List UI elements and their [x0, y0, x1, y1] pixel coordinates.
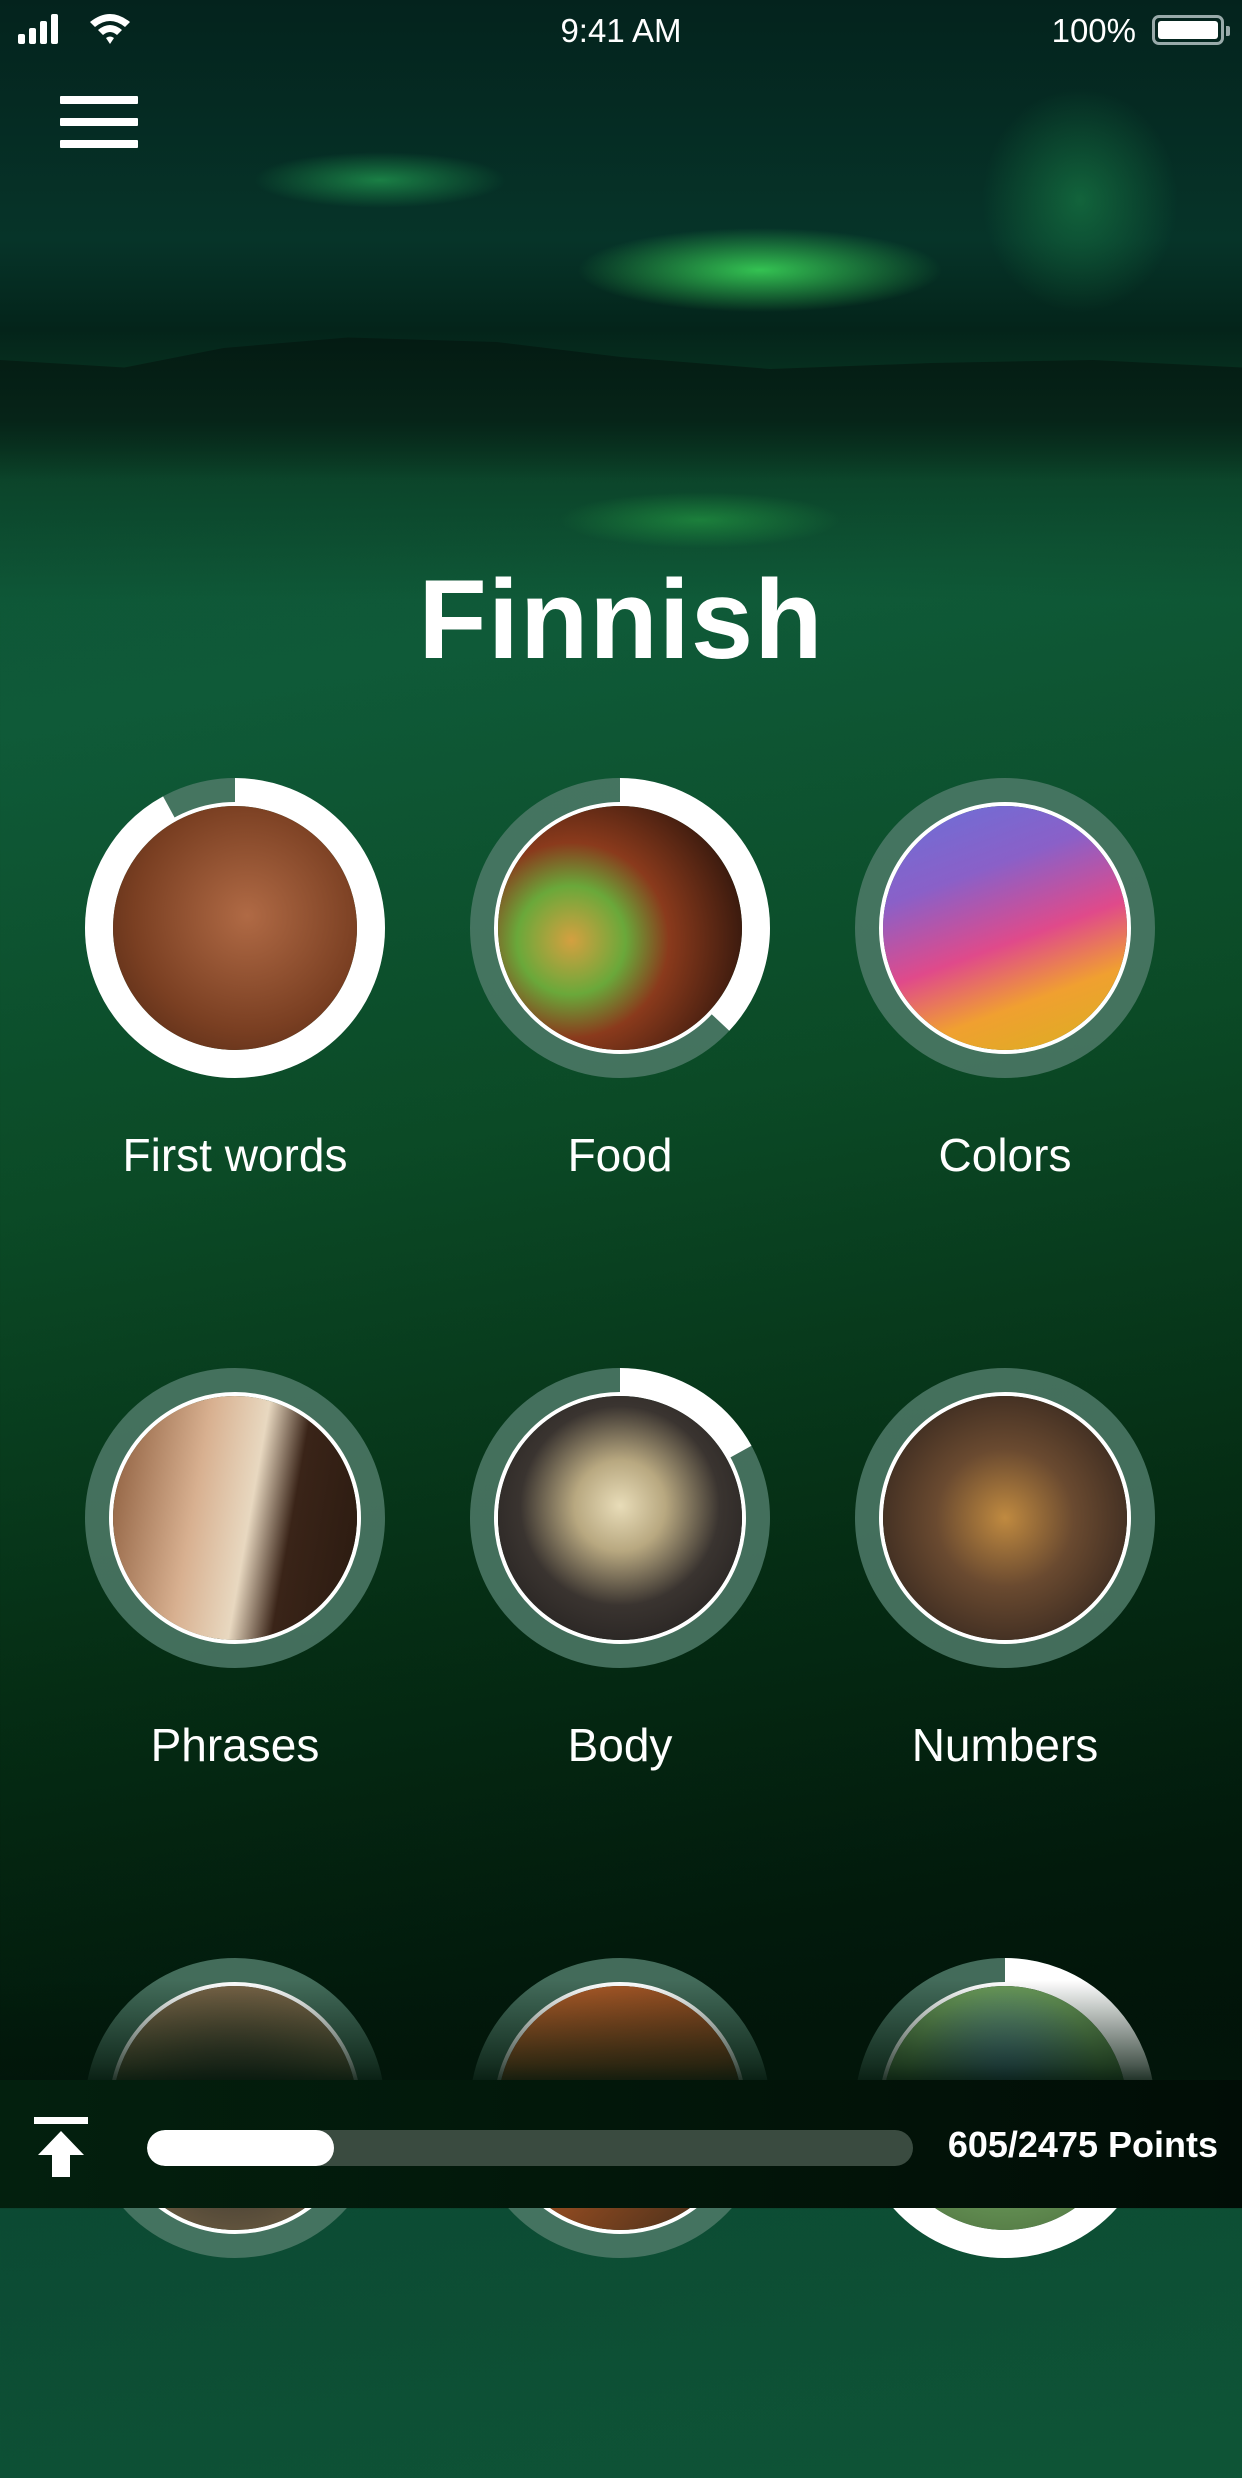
aurora-background	[0, 0, 1242, 600]
category-progress-ring	[855, 778, 1155, 1078]
smiling-child-photo	[109, 802, 361, 1054]
category-progress-ring	[85, 778, 385, 1078]
burger-and-soda-photo	[494, 802, 746, 1054]
category-label: Colors	[938, 1129, 1072, 1181]
page-title: Finnish	[418, 557, 824, 682]
category-label: Numbers	[911, 1719, 1099, 1771]
category-tile[interactable]: Body	[428, 1368, 812, 1888]
category-tile[interactable]: Colors	[813, 778, 1197, 1298]
category-progress-ring	[855, 1368, 1155, 1668]
category-tile[interactable]: Numbers	[813, 1368, 1197, 1888]
scroll-to-top-icon[interactable]	[32, 2117, 90, 2177]
points-label: 605/2475 Points	[947, 2124, 1218, 2165]
color-powder-photo	[879, 802, 1131, 1054]
skeleton-photo	[494, 1392, 746, 1644]
status-bar: 9:41 AM 100%	[0, 0, 1242, 60]
battery-icon	[1152, 15, 1230, 45]
category-tile[interactable]: Food	[428, 778, 812, 1298]
points-progress-bar	[147, 2130, 913, 2166]
smiling-woman-photo	[109, 1392, 361, 1644]
category-progress-ring	[85, 1368, 385, 1668]
category-label: Phrases	[150, 1719, 320, 1771]
wooden-numbers-photo	[879, 1392, 1131, 1644]
points-footer: 605/2475 Points	[0, 2080, 1242, 2208]
category-tile[interactable]: Phrases	[43, 1368, 427, 1888]
category-progress-ring	[470, 1368, 770, 1668]
category-label: Body	[567, 1719, 673, 1771]
battery-percent: 100%	[1051, 12, 1136, 49]
hamburger-menu-icon[interactable]	[60, 96, 138, 154]
category-label: Food	[567, 1129, 673, 1181]
category-label: First words	[122, 1129, 348, 1181]
category-tile[interactable]: First words	[43, 778, 427, 1298]
category-progress-ring	[470, 778, 770, 1078]
